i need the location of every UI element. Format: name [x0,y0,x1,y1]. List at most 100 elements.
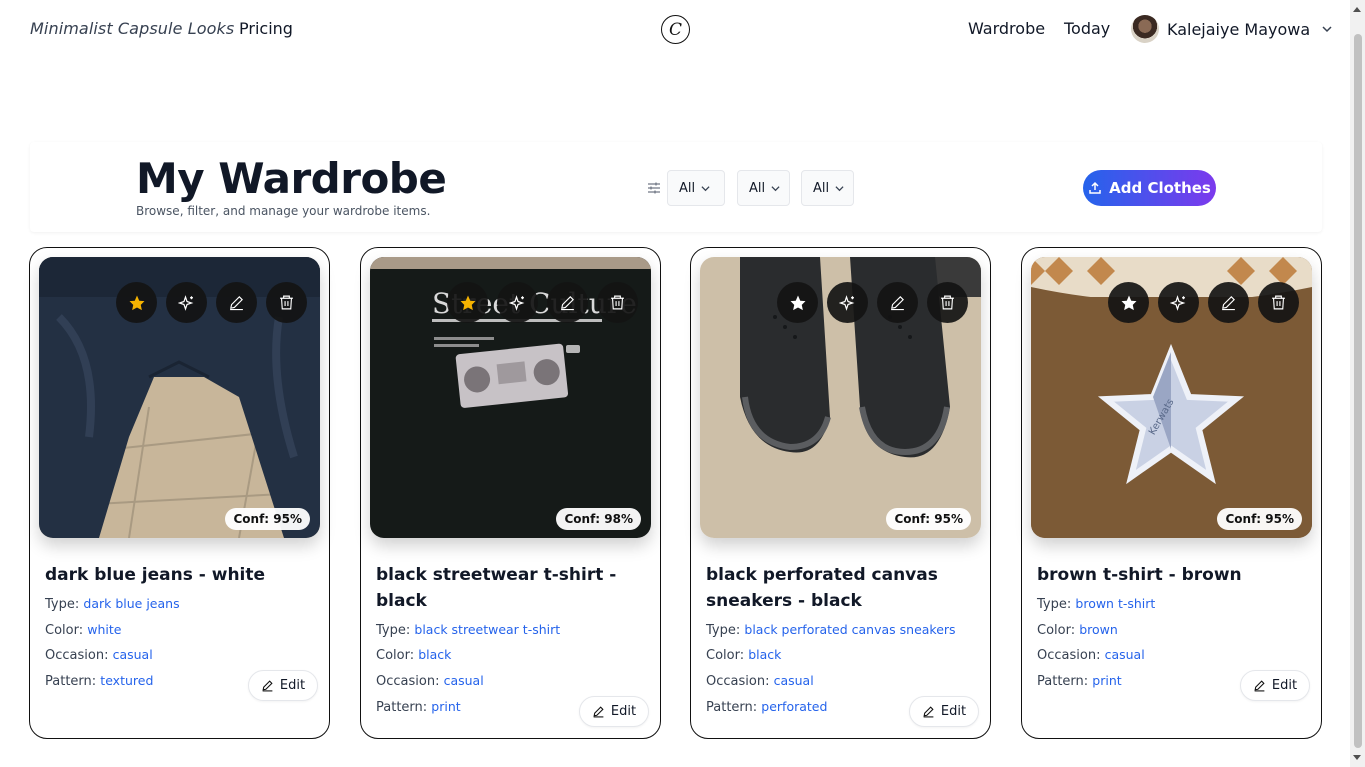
add-clothes-label: Add Clothes [1109,179,1211,197]
attr-label: Type: [376,623,411,638]
user-menu[interactable]: Kalejaiye Mayowa [1131,15,1332,43]
scroll-thumb[interactable] [1354,34,1362,748]
item-image[interactable]: Kerwats Conf: 95% [1031,257,1312,538]
delete-button[interactable] [1258,282,1299,323]
sparkles-icon [177,294,193,311]
filter-select-3-value: All [813,180,830,196]
delete-button[interactable] [266,282,307,323]
attr-label: Type: [706,623,741,638]
sliders-icon [648,182,660,194]
trash-icon [941,295,954,310]
confidence-badge: Conf: 95% [886,508,971,530]
edit-button[interactable]: Edit [579,696,649,727]
delete-button[interactable] [597,282,638,323]
attr-label: Pattern: [45,674,97,689]
star-filled-icon [460,295,475,310]
item-title: dark blue jeans - white [45,565,266,585]
item-image[interactable]: Conf: 95% [39,257,320,538]
attr-label: Pattern: [706,700,758,715]
attr-pattern: Pattern: print [1037,673,1122,689]
nav-today[interactable]: Today [1064,19,1110,38]
ai-style-button[interactable] [497,282,538,323]
attr-label: Color: [1037,623,1076,638]
ai-style-button[interactable] [166,282,207,323]
attr-color: Color: white [45,622,121,638]
edit-image-button[interactable] [877,282,918,323]
pencil-icon [1222,296,1235,311]
ai-style-button[interactable] [1158,282,1199,323]
edit-image-button[interactable] [547,282,588,323]
attr-occasion: Occasion: casual [1037,647,1145,663]
pencil-icon [891,296,904,311]
pencil-icon [923,706,934,718]
item-actions [777,282,968,323]
attr-type: Type: brown t-shirt [1037,596,1155,612]
nav-wardrobe[interactable]: Wardrobe [968,19,1045,38]
sparkles-icon [1169,294,1185,311]
attr-label: Type: [1037,597,1072,612]
scroll-down-arrow[interactable] [1353,755,1361,760]
favorite-button[interactable] [447,282,488,323]
page-subtitle: Browse, filter, and manage your wardrobe… [136,204,431,218]
nav-pricing[interactable]: Pricing [239,19,293,38]
item-image[interactable]: Street Culture Conf: 98% [370,257,651,538]
scroll-up-arrow[interactable] [1353,7,1361,12]
attr-type: Type: dark blue jeans [45,596,180,612]
delete-button[interactable] [927,282,968,323]
brand-link[interactable]: Minimalist Capsule Looks [30,19,234,38]
attr-value: casual [443,673,484,688]
edit-button[interactable]: Edit [909,696,979,727]
item-image[interactable]: Conf: 95% [700,257,981,538]
filter-select-3[interactable]: All [801,170,854,206]
user-name: Kalejaiye Mayowa [1167,19,1311,39]
attr-occasion: Occasion: casual [706,673,814,689]
star-icon [790,295,805,310]
attr-occasion: Occasion: casual [45,647,153,663]
attr-value: casual [112,647,153,662]
item-title: black streetwear t-shirt - black [376,565,617,611]
wardrobe-card: Street Culture Conf: 98% black [360,247,661,739]
attr-value: print [431,699,461,714]
attr-value: black [418,647,452,662]
wardrobe-card: Conf: 95% dark blue jeans - white Type: … [29,247,330,739]
chevron-down-icon [771,185,780,191]
chevron-down-icon [1322,26,1332,33]
edit-image-button[interactable] [216,282,257,323]
edit-image-button[interactable] [1208,282,1249,323]
wardrobe-card: Conf: 95% black perforated canvas sneake… [690,247,991,739]
add-clothes-button[interactable]: Add Clothes [1083,170,1216,206]
pencil-icon [262,680,273,692]
filter-select-2[interactable]: All [737,170,790,206]
trash-icon [280,295,293,310]
attr-pattern: Pattern: print [376,699,461,715]
chevron-down-icon [835,185,844,191]
page-title: My Wardrobe [136,154,447,203]
attr-value: perforated [761,699,828,714]
pencil-icon [561,296,574,311]
scrollbar[interactable] [1350,0,1365,767]
sparkles-icon [838,294,854,311]
favorite-button[interactable] [777,282,818,323]
star-filled-icon [129,295,144,310]
attr-value: casual [1104,647,1145,662]
favorite-button[interactable] [1108,282,1149,323]
item-title: brown t-shirt - brown [1037,565,1242,585]
logo[interactable]: C [661,15,690,44]
filter-select-1[interactable]: All [667,170,725,206]
edit-button[interactable]: Edit [248,670,318,701]
confidence-badge: Conf: 95% [225,508,310,530]
attr-value: brown [1079,622,1118,637]
attr-value: black [748,647,782,662]
avatar [1131,15,1159,43]
attr-label: Occasion: [45,648,109,663]
favorite-button[interactable] [116,282,157,323]
attr-value: black perforated canvas sneakers [744,622,956,637]
attr-value: brown t-shirt [1075,596,1156,611]
item-title: black perforated canvas sneakers - black [706,565,938,611]
filter-select-2-value: All [749,180,766,196]
ai-style-button[interactable] [827,282,868,323]
attr-label: Pattern: [1037,674,1089,689]
attr-color: Color: black [706,647,781,663]
edit-label: Edit [1271,678,1298,693]
edit-button[interactable]: Edit [1240,670,1310,701]
